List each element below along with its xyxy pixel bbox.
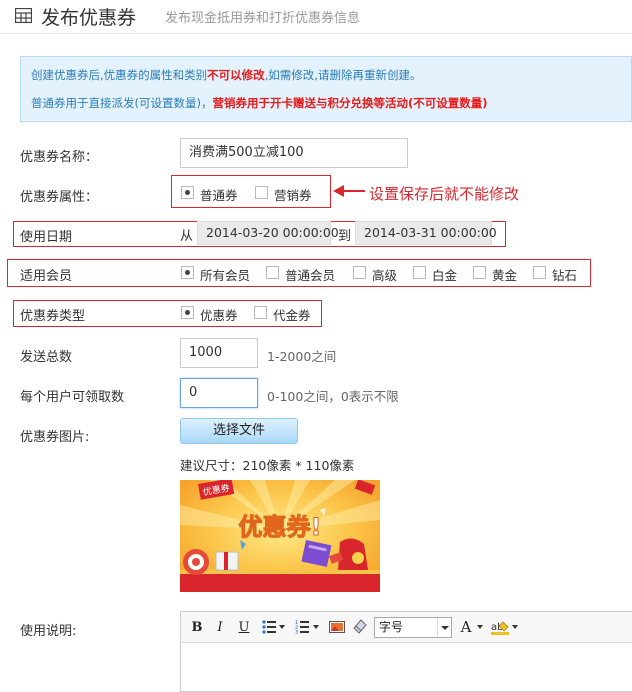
checkbox[interactable]: [533, 266, 546, 279]
radio[interactable]: [255, 186, 268, 199]
total-hint: 1-2000之间: [267, 349, 337, 364]
per-user-input[interactable]: 0: [180, 378, 258, 408]
highlight-color-icon[interactable]: ab: [491, 620, 509, 635]
option-label: 钻石: [552, 268, 578, 283]
option-label: 所有会员: [200, 268, 251, 283]
page-title: 发布优惠券: [41, 7, 137, 29]
coupon-type-label: 优惠券类型: [20, 309, 86, 324]
chevron-down-icon[interactable]: [279, 625, 285, 629]
total-label: 发送总数: [20, 350, 73, 365]
choose-file-button[interactable]: 选择文件: [180, 418, 298, 444]
eraser-icon[interactable]: [353, 619, 367, 635]
attribute-annotation: 设置保存后就不能修改: [369, 185, 520, 203]
coupon-name-label: 优惠券名称：: [20, 150, 99, 165]
grid-icon: [15, 8, 32, 23]
bold-button[interactable]: B: [189, 619, 205, 636]
font-size-value: 字号: [379, 620, 404, 634]
notice-emphasis: 营销券用于开卡赠送与积分兑换等活动(不可设置数量): [212, 96, 488, 110]
coupon-image-label: 优惠券图片:: [20, 430, 90, 445]
option-label: 营销券: [274, 188, 312, 203]
page-header: 发布优惠券 发布现金抵用券和打折优惠券信息: [0, 0, 632, 34]
radio[interactable]: [181, 306, 194, 319]
checkbox[interactable]: [473, 266, 486, 279]
svg-text:3: 3: [295, 630, 298, 634]
description-label: 使用说明:: [20, 624, 77, 639]
chevron-down-icon[interactable]: [477, 625, 483, 629]
option-label: 普通券: [200, 188, 238, 203]
notice-text: 普通券用于直接派发(可设置数量)，: [31, 96, 213, 110]
italic-button[interactable]: I: [213, 619, 227, 636]
bullet-list-icon[interactable]: [262, 620, 276, 634]
option-label: 高级: [372, 268, 398, 283]
date-to-input[interactable]: 2014-03-31 00:00:00: [355, 221, 497, 245]
option-label: 白金: [432, 268, 458, 283]
coupon-image-preview: 优惠券 优惠券!: [180, 480, 380, 592]
editor-toolbar: B I U 1 2 3 字号 A ab: [181, 612, 632, 643]
date-from-input[interactable]: 2014-03-20 00:00:00: [197, 221, 339, 245]
option-label: 优惠券: [200, 308, 238, 323]
per-user-label: 每个用户可领取数: [20, 390, 125, 405]
image-icon[interactable]: [329, 621, 345, 633]
underline-button[interactable]: U: [236, 619, 252, 636]
notice-line-1: 创建优惠券后,优惠券的属性和类别不可以修改,如需修改,请删除再重新创建。: [31, 67, 421, 83]
notice-line-2: 普通券用于直接派发(可设置数量)，营销券用于开卡赠送与积分兑换等活动(不可设置数…: [31, 95, 488, 111]
usage-date-label: 使用日期: [20, 230, 73, 245]
radio[interactable]: [181, 186, 194, 199]
checkbox[interactable]: [353, 266, 366, 279]
date-from-label: 从: [180, 229, 194, 244]
image-size-hint: 建议尺寸：210像素 * 110像素: [180, 458, 355, 473]
notice-box: 创建优惠券后,优惠券的属性和类别不可以修改,如需修改,请删除再重新创建。 普通券…: [20, 56, 632, 122]
font-size-select[interactable]: 字号: [374, 617, 452, 638]
checkbox[interactable]: [266, 266, 279, 279]
option-label: 代金券: [273, 308, 311, 323]
total-input[interactable]: 1000: [180, 338, 258, 368]
chevron-down-icon[interactable]: [437, 618, 451, 637]
notice-emphasis: 不可以修改: [207, 68, 265, 82]
option-label: 普通会员: [285, 268, 336, 283]
description-editor[interactable]: B I U 1 2 3 字号 A ab: [180, 611, 632, 692]
font-color-button[interactable]: A: [459, 619, 473, 636]
notice-text: ,如需修改,请删除再重新创建。: [264, 68, 422, 82]
coupon-name-input[interactable]: 消费满500立减100: [180, 138, 408, 168]
chevron-down-icon[interactable]: [313, 625, 319, 629]
numbered-list-icon[interactable]: 1 2 3: [295, 620, 309, 634]
checkbox[interactable]: [413, 266, 426, 279]
per-user-hint: 0-100之间，0表示不限: [267, 389, 399, 404]
coupon-attribute-label: 优惠券属性：: [20, 190, 99, 205]
chevron-down-icon[interactable]: [512, 625, 518, 629]
banner-title-text: 优惠券!: [239, 513, 322, 541]
members-label: 适用会员: [20, 269, 73, 284]
red-arrow-icon: [333, 185, 365, 197]
option-label: 黄金: [492, 268, 518, 283]
coupon-banner-art: 优惠券 优惠券!: [180, 480, 380, 592]
page-subtitle: 发布现金抵用券和打折优惠券信息: [165, 11, 361, 26]
radio[interactable]: [254, 306, 267, 319]
radio[interactable]: [181, 266, 194, 279]
notice-text: 创建优惠券后,优惠券的属性和类别: [31, 68, 208, 82]
date-to-label: 到: [338, 229, 352, 244]
